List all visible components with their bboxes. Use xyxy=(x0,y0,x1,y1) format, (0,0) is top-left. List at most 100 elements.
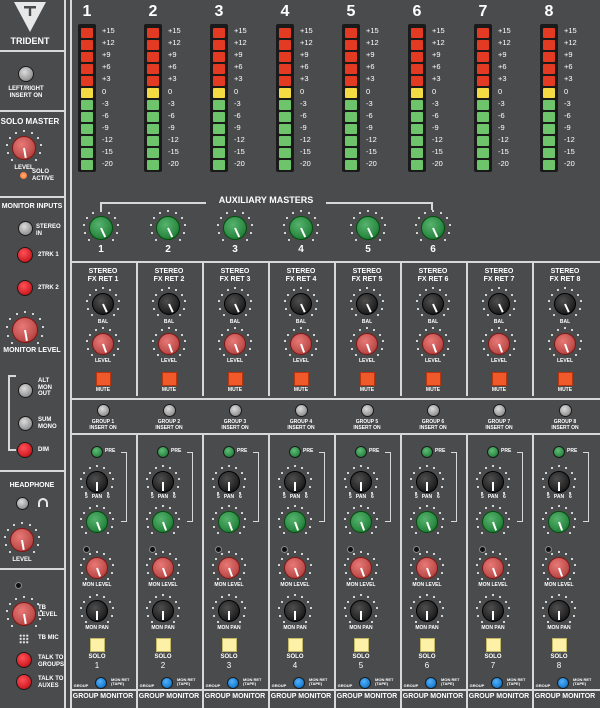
send-knob-3[interactable] xyxy=(218,511,240,533)
fx-level-knob-3[interactable] xyxy=(224,333,246,355)
fx-mute-button-4[interactable] xyxy=(294,372,309,386)
send-knob-1[interactable] xyxy=(86,511,108,533)
solo-button-7[interactable] xyxy=(486,638,501,652)
aux-master-knob-6[interactable] xyxy=(421,216,445,240)
mon-pan-knob-3[interactable] xyxy=(218,600,240,622)
solo-button-2[interactable] xyxy=(156,638,171,652)
mon-level-knob-5[interactable] xyxy=(350,557,372,579)
mon-level-knob-7[interactable] xyxy=(482,557,504,579)
fx-mute-button-7[interactable] xyxy=(492,372,507,386)
pre-button-8[interactable] xyxy=(553,446,565,458)
mon-ret-button-7[interactable] xyxy=(491,677,503,689)
pan-knob-5[interactable] xyxy=(350,471,372,493)
pan-knob-7[interactable] xyxy=(482,471,504,493)
solo-button-4[interactable] xyxy=(288,638,303,652)
pre-button-6[interactable] xyxy=(421,446,433,458)
solo-master-level-knob[interactable] xyxy=(12,136,36,160)
group-insert-button-7[interactable] xyxy=(493,404,506,417)
aux-master-knob-2[interactable] xyxy=(156,216,180,240)
fx-mute-button-2[interactable] xyxy=(162,372,177,386)
pan-knob-3[interactable] xyxy=(218,471,240,493)
solo-button-5[interactable] xyxy=(354,638,369,652)
mon-level-knob-2[interactable] xyxy=(152,557,174,579)
headphone-button[interactable] xyxy=(16,497,29,510)
send-knob-8[interactable] xyxy=(548,511,570,533)
fx-mute-button-1[interactable] xyxy=(96,372,111,386)
fx-level-knob-7[interactable] xyxy=(488,333,510,355)
mon-ret-button-1[interactable] xyxy=(95,677,107,689)
mon-pan-knob-1[interactable] xyxy=(86,600,108,622)
group-insert-button-2[interactable] xyxy=(163,404,176,417)
pre-button-1[interactable] xyxy=(91,446,103,458)
headphone-level-knob[interactable] xyxy=(10,528,34,552)
mon-pan-knob-5[interactable] xyxy=(350,600,372,622)
aux-master-knob-3[interactable] xyxy=(223,216,247,240)
group-insert-button-6[interactable] xyxy=(427,404,440,417)
fx-bal-knob-6[interactable] xyxy=(422,293,444,315)
mon-level-knob-1[interactable] xyxy=(86,557,108,579)
mon-ret-button-3[interactable] xyxy=(227,677,239,689)
send-knob-4[interactable] xyxy=(284,511,306,533)
fx-bal-knob-8[interactable] xyxy=(554,293,576,315)
2trk-1-button[interactable] xyxy=(17,247,33,263)
solo-button-8[interactable] xyxy=(552,638,567,652)
talk-to-auxes-button[interactable] xyxy=(16,674,32,690)
fx-mute-button-8[interactable] xyxy=(558,372,573,386)
aux-master-knob-1[interactable] xyxy=(89,216,113,240)
fx-bal-knob-4[interactable] xyxy=(290,293,312,315)
fx-level-knob-6[interactable] xyxy=(422,333,444,355)
group-insert-button-5[interactable] xyxy=(361,404,374,417)
mon-level-knob-3[interactable] xyxy=(218,557,240,579)
pan-knob-8[interactable] xyxy=(548,471,570,493)
pan-knob-4[interactable] xyxy=(284,471,306,493)
solo-button-3[interactable] xyxy=(222,638,237,652)
send-knob-7[interactable] xyxy=(482,511,504,533)
fx-bal-knob-3[interactable] xyxy=(224,293,246,315)
mon-ret-button-8[interactable] xyxy=(557,677,569,689)
mon-pan-knob-8[interactable] xyxy=(548,600,570,622)
pre-button-4[interactable] xyxy=(289,446,301,458)
group-insert-button-1[interactable] xyxy=(97,404,110,417)
fx-level-knob-1[interactable] xyxy=(92,333,114,355)
mon-pan-knob-4[interactable] xyxy=(284,600,306,622)
alt-mon-out-button[interactable] xyxy=(18,383,33,398)
pre-button-2[interactable] xyxy=(157,446,169,458)
fx-level-knob-8[interactable] xyxy=(554,333,576,355)
2trk-2-button[interactable] xyxy=(17,280,33,296)
mon-level-knob-6[interactable] xyxy=(416,557,438,579)
pan-knob-6[interactable] xyxy=(416,471,438,493)
mon-ret-button-5[interactable] xyxy=(359,677,371,689)
pan-knob-1[interactable] xyxy=(86,471,108,493)
fx-level-knob-4[interactable] xyxy=(290,333,312,355)
send-knob-6[interactable] xyxy=(416,511,438,533)
mon-level-knob-8[interactable] xyxy=(548,557,570,579)
dim-button[interactable] xyxy=(17,442,33,458)
fx-bal-knob-2[interactable] xyxy=(158,293,180,315)
pre-button-5[interactable] xyxy=(355,446,367,458)
mon-ret-button-4[interactable] xyxy=(293,677,305,689)
mon-pan-knob-6[interactable] xyxy=(416,600,438,622)
stereo-in-button[interactable] xyxy=(18,221,33,236)
mon-ret-button-2[interactable] xyxy=(161,677,173,689)
fx-mute-button-6[interactable] xyxy=(426,372,441,386)
sum-mono-button[interactable] xyxy=(18,416,33,431)
lr-insert-button[interactable] xyxy=(18,66,34,82)
group-insert-button-8[interactable] xyxy=(559,404,572,417)
fx-bal-knob-5[interactable] xyxy=(356,293,378,315)
mon-pan-knob-2[interactable] xyxy=(152,600,174,622)
send-knob-5[interactable] xyxy=(350,511,372,533)
pan-knob-2[interactable] xyxy=(152,471,174,493)
aux-master-knob-5[interactable] xyxy=(356,216,380,240)
group-insert-button-4[interactable] xyxy=(295,404,308,417)
mon-pan-knob-7[interactable] xyxy=(482,600,504,622)
mon-ret-button-6[interactable] xyxy=(425,677,437,689)
fx-mute-button-5[interactable] xyxy=(360,372,375,386)
aux-master-knob-4[interactable] xyxy=(289,216,313,240)
send-knob-2[interactable] xyxy=(152,511,174,533)
fx-bal-knob-1[interactable] xyxy=(92,293,114,315)
solo-button-1[interactable] xyxy=(90,638,105,652)
pre-button-3[interactable] xyxy=(223,446,235,458)
monitor-level-knob[interactable] xyxy=(12,317,38,343)
talk-to-groups-button[interactable] xyxy=(16,652,32,668)
fx-mute-button-3[interactable] xyxy=(228,372,243,386)
